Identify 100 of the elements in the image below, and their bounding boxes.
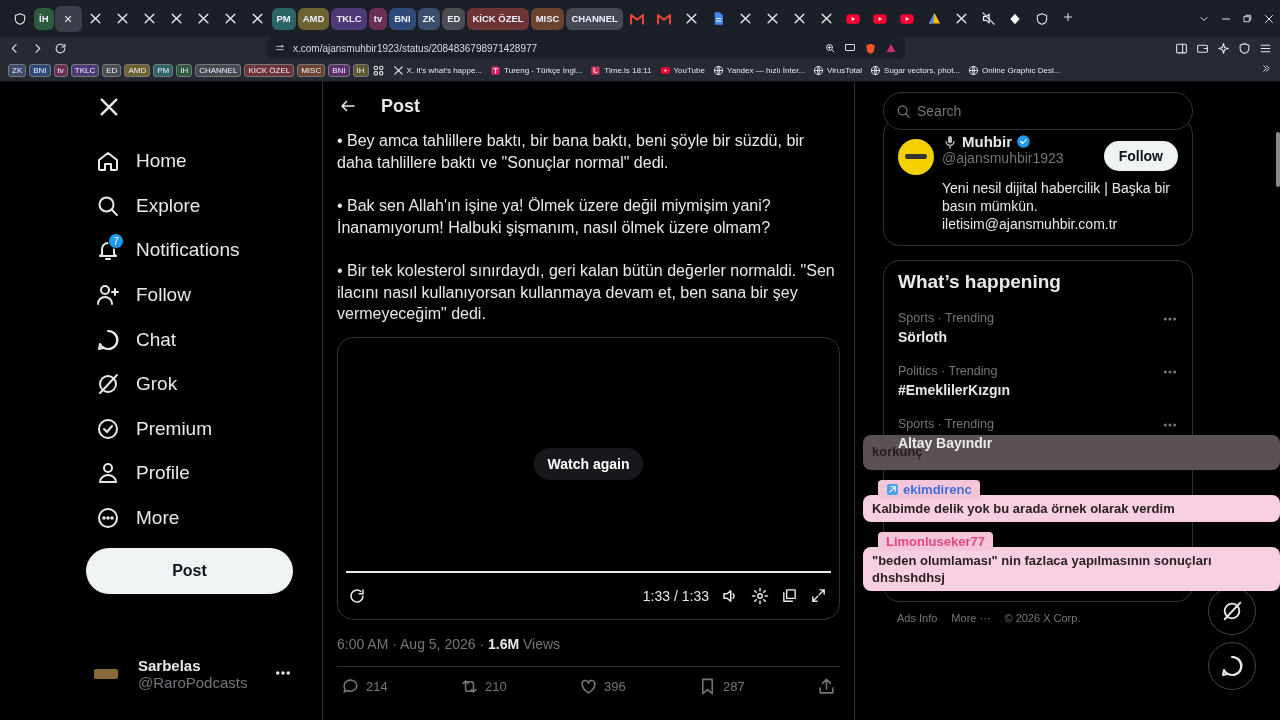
tab-group[interactable]: MISC	[530, 7, 565, 30]
footer-link[interactable]: © 2026 X Corp.	[1004, 612, 1081, 624]
tab-group[interactable]: KİCK ÖZEL	[467, 7, 529, 30]
bookmark-folder[interactable]: MISC	[297, 63, 326, 77]
nav-item[interactable]: Profile	[86, 451, 190, 496]
x-logo-icon	[684, 12, 698, 25]
bookmark-folder[interactable]: KİCK ÖZEL	[244, 63, 295, 77]
sidebar-icon[interactable]	[1175, 41, 1188, 55]
x-logo-icon[interactable]	[98, 96, 120, 118]
bookmark-link[interactable]: VirusTotal	[813, 64, 863, 76]
bookmark-link[interactable]: YouTube	[659, 64, 705, 76]
nav-item[interactable]: Premium	[86, 406, 212, 452]
tab-group[interactable]: tv	[368, 7, 388, 30]
tab-group[interactable]: BNI	[389, 7, 416, 30]
bookmark-link[interactable]: X. It's what's happe...	[392, 64, 483, 76]
avatar-icon[interactable]	[898, 139, 934, 175]
restore-icon[interactable]	[1242, 13, 1253, 24]
chat-username: Limonluseker77	[886, 534, 985, 549]
cast-icon[interactable]	[844, 42, 856, 54]
lion-icon[interactable]	[864, 41, 877, 55]
bookmark-action[interactable]: 287	[698, 676, 745, 696]
video-player[interactable]: Watch again 1:33 / 1:33	[337, 336, 840, 620]
bookmark-link[interactable]: Online Graphic Desi...	[968, 64, 1061, 76]
watch-again-button[interactable]: Watch again	[533, 448, 644, 480]
globe-icon	[870, 64, 882, 76]
tab-group[interactable]: CHANNEL	[566, 7, 623, 30]
nav-item[interactable]: Chat	[86, 317, 177, 362]
picture-in-picture-icon[interactable]	[781, 587, 798, 604]
bookmark-folder[interactable]: CHANNEL	[195, 63, 242, 77]
bookmark-folder[interactable]: BNİ	[328, 63, 350, 77]
share-button[interactable]	[817, 676, 836, 696]
reply-icon[interactable]	[341, 676, 360, 696]
bookmark-folder[interactable]: İH	[352, 63, 369, 77]
bookmark-folder[interactable]: PM	[153, 63, 174, 77]
bookmark-link[interactable]: Time.is 18:11	[590, 64, 652, 76]
scrollbar-thumb[interactable]	[1276, 132, 1280, 187]
slashed-circle-icon	[96, 372, 120, 397]
post-button[interactable]: Post	[86, 548, 293, 595]
like-action[interactable]: 396	[579, 676, 626, 696]
profile-bio: Yeni nesil dijital habercilik | Başka bir basın mümkün. iletisim@ajansmuhbir.com.tr	[942, 179, 1171, 233]
nav-item[interactable]: Grok	[86, 361, 178, 407]
nav-item[interactable]: Home	[86, 139, 187, 184]
follow-button[interactable]: Follow	[1103, 141, 1178, 171]
tab-group[interactable]: ED	[442, 7, 466, 30]
bookmark-folder[interactable]: BNI	[29, 63, 51, 77]
new-tab-icon[interactable]	[1061, 11, 1074, 23]
nav-item[interactable]: 7 Notifications	[86, 228, 240, 273]
bookmark-folder[interactable]: TKLC	[70, 63, 100, 77]
settings-icon[interactable]	[751, 586, 769, 605]
bookmark-folder[interactable]: ED	[102, 63, 122, 77]
close-icon[interactable]	[1263, 12, 1275, 25]
nav-item[interactable]: Follow	[86, 272, 191, 318]
person-icon	[96, 461, 120, 486]
triangle-icon[interactable]	[885, 42, 897, 54]
reload-icon[interactable]	[54, 41, 67, 55]
tab-group[interactable]: İH	[34, 7, 54, 30]
footer-link[interactable]: More ···	[951, 612, 991, 624]
trend-title: #EmeklilerKızgın	[898, 382, 1012, 398]
tab-group[interactable]: PM	[271, 7, 296, 30]
trend-category: Sports · Trending	[898, 417, 995, 431]
microphone-icon	[942, 133, 958, 150]
messages-button[interactable]	[1208, 642, 1256, 690]
tab[interactable]: ×	[54, 5, 82, 32]
bookmark-link[interactable]: Yandex — hızlı İnter...	[712, 64, 806, 76]
x-logo-icon	[250, 12, 264, 25]
globe-icon	[813, 64, 825, 76]
repost-action[interactable]: 210	[460, 676, 507, 696]
account-handle: @RaroPodcasts	[138, 674, 248, 691]
trend-item[interactable]: Sports · Trending Sörloth	[898, 311, 1178, 345]
bookmark-folder[interactable]: AMD	[124, 63, 151, 77]
profile-name[interactable]: Muhbir	[962, 133, 1012, 150]
footer-link[interactable]: Ads Info	[897, 612, 938, 624]
grid-icon[interactable]	[371, 63, 385, 77]
fullscreen-icon[interactable]	[810, 587, 827, 604]
overflow-chevron-icon[interactable]	[1261, 63, 1272, 74]
trend-title: Sörloth	[898, 329, 948, 345]
reply-action[interactable]: 214	[341, 676, 388, 696]
bookmark-link[interactable]: Tureng - Türkçe İngi...	[490, 64, 583, 76]
tab-group[interactable]: TKLC	[331, 7, 367, 30]
zoom-icon[interactable]	[824, 42, 836, 54]
nav-item[interactable]: Explore	[86, 183, 201, 229]
bookmark-folder[interactable]: ZK	[8, 63, 27, 77]
globe-icon	[968, 64, 980, 76]
shield-icon[interactable]	[1238, 41, 1251, 55]
site-settings-icon	[275, 43, 285, 53]
bookmark-link[interactable]: Sugar vectors, phot...	[870, 64, 961, 76]
search-field[interactable]: Search	[883, 92, 1193, 130]
post-meta: 6:00 AM · Aug 5, 2026 · 1.6M Views	[337, 619, 840, 667]
x-logo-icon	[819, 12, 833, 25]
trend-item[interactable]: Politics · Trending #EmeklilerKızgın	[898, 364, 1178, 398]
replay-icon[interactable]	[348, 586, 366, 605]
play-icon	[659, 64, 671, 76]
bookmark-folder[interactable]: tv	[53, 63, 68, 77]
tab-group[interactable]: AMD	[297, 7, 330, 30]
t-icon	[490, 64, 502, 76]
bookmark-folder[interactable]: İH	[176, 63, 193, 77]
tab-group[interactable]: ZK	[417, 7, 441, 30]
nav-item[interactable]: More	[86, 495, 180, 541]
sparkle-icon[interactable]	[1217, 41, 1230, 55]
address-bar[interactable]: x.com/ajansmuhbir1923/status/2084836798971428977	[267, 37, 905, 59]
